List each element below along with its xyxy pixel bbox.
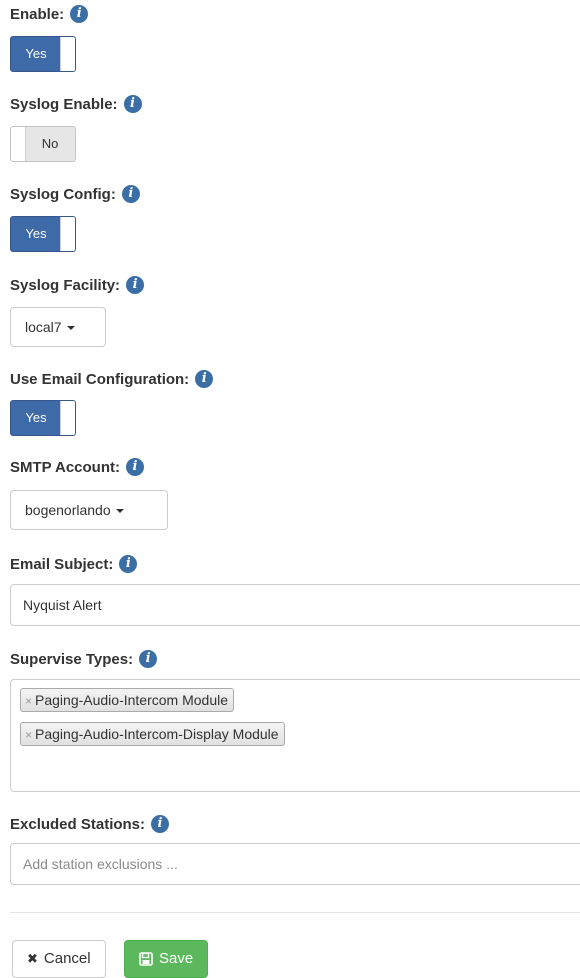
toggle-knob bbox=[60, 401, 75, 435]
enable-label: Enable: i bbox=[10, 5, 89, 23]
toggle-knob bbox=[60, 217, 75, 251]
supervise-types-multiselect[interactable]: × Paging-Audio-Intercom Module × Paging-Au… bbox=[10, 679, 580, 792]
syslog-facility-label: Syslog Facility: i bbox=[10, 276, 145, 294]
info-icon[interactable]: i bbox=[123, 95, 142, 113]
divider bbox=[10, 912, 580, 913]
save-button[interactable]: Save bbox=[124, 940, 209, 978]
enable-toggle[interactable]: Yes bbox=[10, 36, 76, 72]
use-email-config-label: Use Email Configuration: i bbox=[10, 370, 214, 388]
floppy-disk-icon bbox=[139, 952, 153, 966]
caret-down-icon bbox=[115, 509, 124, 514]
supervise-types-label: Supervise Types: i bbox=[10, 650, 158, 668]
cancel-button[interactable]: ✖ Cancel bbox=[12, 940, 106, 978]
syslog-config-toggle[interactable]: Yes bbox=[10, 216, 76, 252]
syslog-enable-label: Syslog Enable: i bbox=[10, 95, 142, 113]
info-icon[interactable]: i bbox=[119, 555, 138, 573]
info-icon[interactable]: i bbox=[126, 458, 145, 476]
excluded-stations-input[interactable]: Add station exclusions ... bbox=[10, 843, 580, 885]
email-subject-label: Email Subject: i bbox=[10, 555, 138, 573]
close-icon: ✖ bbox=[27, 951, 38, 966]
email-subject-input[interactable]: Nyquist Alert bbox=[10, 584, 580, 626]
toggle-knob bbox=[11, 127, 26, 161]
smtp-account-label: SMTP Account: i bbox=[10, 458, 145, 476]
info-icon[interactable]: i bbox=[139, 650, 158, 668]
info-icon[interactable]: i bbox=[121, 185, 140, 203]
syslog-enable-toggle[interactable]: No bbox=[10, 126, 76, 162]
syslog-config-label: Syslog Config: i bbox=[10, 185, 140, 203]
remove-tag-icon[interactable]: × bbox=[25, 728, 32, 742]
excluded-stations-label: Excluded Stations: i bbox=[10, 815, 170, 833]
toggle-knob bbox=[60, 37, 75, 71]
use-email-config-toggle[interactable]: Yes bbox=[10, 400, 76, 436]
info-icon[interactable]: i bbox=[151, 815, 170, 833]
tag-chip: × Paging-Audio-Intercom Module bbox=[20, 688, 235, 712]
info-icon[interactable]: i bbox=[126, 276, 145, 294]
smtp-account-dropdown[interactable]: bogenorlando bbox=[10, 490, 168, 530]
remove-tag-icon[interactable]: × bbox=[25, 694, 32, 708]
tag-chip: × Paging-Audio-Intercom-Display Module bbox=[20, 722, 285, 746]
info-icon[interactable]: i bbox=[70, 5, 89, 23]
syslog-facility-dropdown[interactable]: local7 bbox=[10, 307, 106, 347]
info-icon[interactable]: i bbox=[195, 370, 214, 388]
caret-down-icon bbox=[66, 326, 75, 331]
